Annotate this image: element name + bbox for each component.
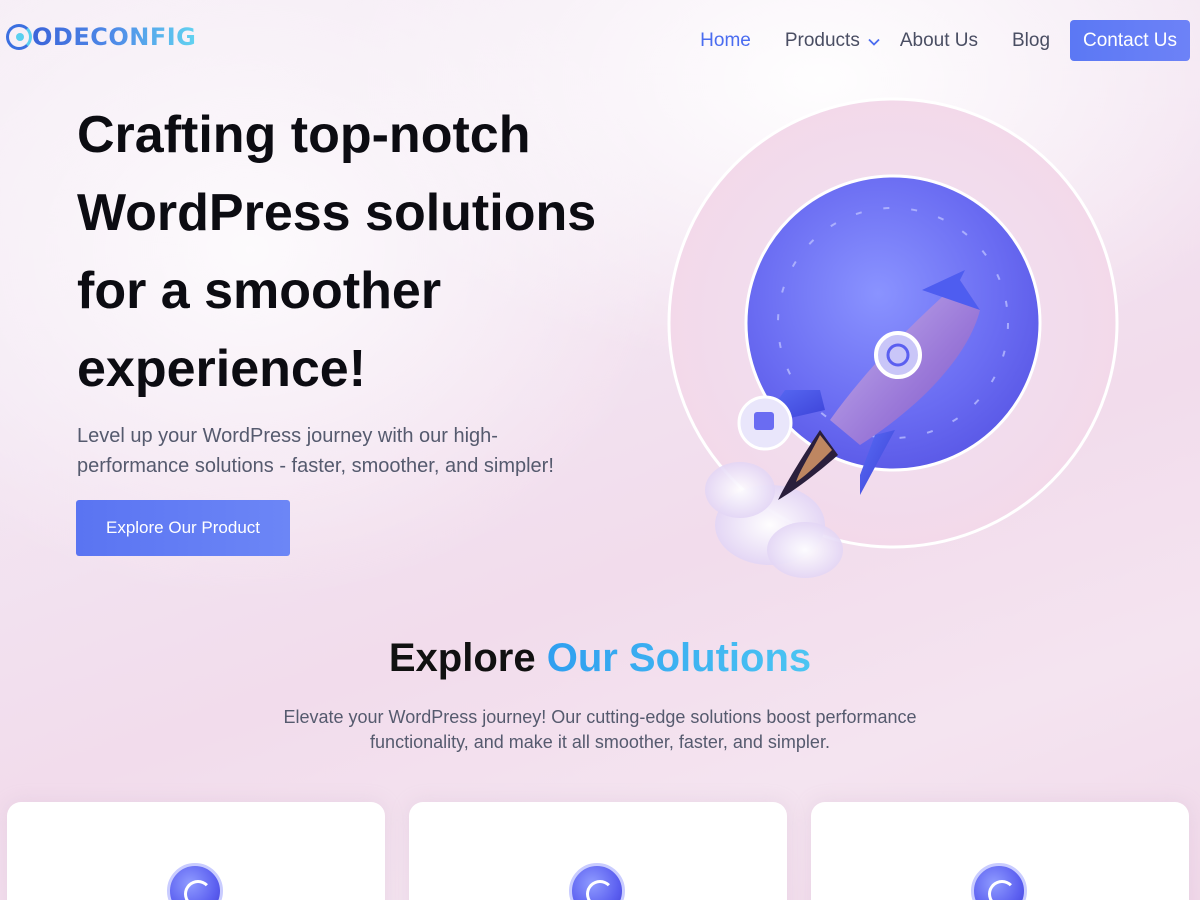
nav-home[interactable]: Home (700, 30, 751, 52)
rocket-window (874, 331, 922, 379)
solution-card[interactable] (811, 802, 1189, 900)
logo-mark-icon (6, 24, 32, 50)
solutions-title: Explore Our Solutions (0, 636, 1200, 681)
solutions-title-plain: Explore (388, 636, 547, 680)
solutions-subtitle-line: functionality, and make it all smoother,… (370, 732, 830, 752)
main-nav: Home Products About Us Blog Contact Us (666, 20, 1190, 61)
nav-products-label: Products (784, 29, 860, 51)
product-logo-icon (167, 863, 223, 900)
nav-products[interactable]: Products (785, 30, 880, 52)
solution-card[interactable] (7, 802, 385, 900)
product-logo-icon (971, 863, 1027, 900)
hero-subtitle: Level up your WordPress journey with our… (77, 421, 637, 481)
logo[interactable]: ODECONFIG (6, 22, 196, 52)
hero-subtitle-line: Level up your WordPress journey with our… (77, 425, 498, 447)
hero-title-line: experience! (77, 340, 367, 398)
product-logo-icon (569, 863, 625, 900)
site-header: ODECONFIG Home Products About Us Blog Co… (0, 0, 1200, 80)
solutions-subtitle: Elevate your WordPress journey! Our cutt… (230, 705, 970, 755)
nav-blog[interactable]: Blog (1012, 30, 1050, 52)
solutions-title-accent: Our Solutions (546, 636, 812, 680)
hero-title-line: WordPress solutions (77, 184, 597, 242)
chevron-down-icon (868, 38, 880, 46)
nav-about[interactable]: About Us (900, 30, 978, 52)
contact-us-button[interactable]: Contact Us (1070, 20, 1190, 61)
hero-title-line: for a smoother (77, 262, 442, 320)
logo-text: ODECONFIG (32, 23, 197, 51)
solution-cards (7, 802, 1189, 900)
solution-card[interactable] (409, 802, 787, 900)
hero-title: Crafting top-notch WordPress solutions f… (77, 96, 677, 408)
solutions-subtitle-line: Elevate your WordPress journey! Our cutt… (283, 707, 917, 727)
hero-title-line: Crafting top-notch (77, 106, 531, 164)
explore-product-button[interactable]: Explore Our Product (76, 500, 290, 556)
rocket-illustration (667, 97, 1119, 578)
hero-subtitle-line: performance solutions - faster, smoother… (77, 455, 554, 477)
